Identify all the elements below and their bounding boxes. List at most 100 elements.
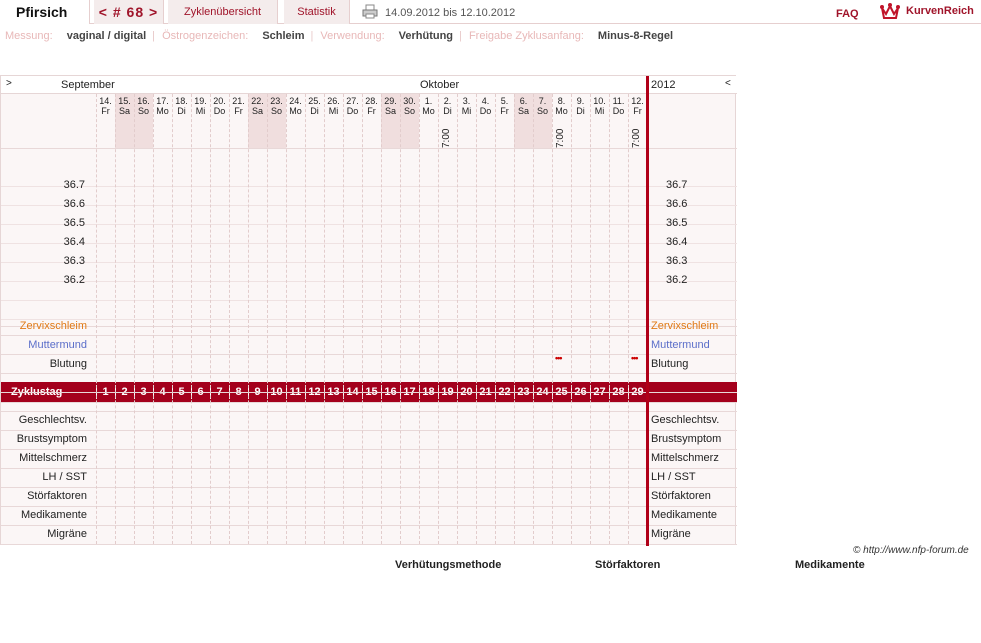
day-header[interactable]: 11. Do <box>609 94 628 148</box>
day-header[interactable]: 28. Fr <box>362 94 381 148</box>
brand-logo[interactable]: KurvenReich <box>880 2 974 20</box>
day-number: 11. <box>612 96 625 106</box>
day-header[interactable]: 21. Fr <box>229 94 248 148</box>
weekday: Mo <box>555 106 568 116</box>
row-label: LH / SST <box>651 471 696 483</box>
day-header[interactable]: 3. Mi <box>457 94 476 148</box>
weekday: Do <box>213 106 226 116</box>
day-header[interactable]: 9. Di <box>571 94 590 148</box>
row-label: Störfaktoren <box>27 490 87 502</box>
row-label: Muttermund <box>28 339 87 351</box>
day-number: 21. <box>232 96 245 106</box>
day-header[interactable]: 24. Mo <box>286 94 305 148</box>
grid-line <box>1 468 737 469</box>
row-label: Geschlechtsv. <box>651 414 720 426</box>
day-header[interactable]: 4. Do <box>476 94 495 148</box>
setting-value: Minus-8-Regel <box>597 30 674 42</box>
day-header[interactable]: 7. So <box>533 94 552 148</box>
setting-key: Verwendung: <box>320 30 385 42</box>
grid-column-line <box>305 94 306 544</box>
day-header[interactable]: 30. So <box>400 94 419 148</box>
day-number: 19. <box>194 96 207 106</box>
weekday: Mi <box>461 106 472 116</box>
day-header[interactable]: 25. Di <box>305 94 324 148</box>
grid-line <box>1 373 737 374</box>
row-label: Medikamente <box>20 509 87 521</box>
day-header[interactable]: 6. Sa <box>514 94 533 148</box>
grid-column-line <box>533 94 534 544</box>
row-label: Migräne <box>47 528 87 540</box>
grid-column-line <box>153 94 154 544</box>
month-label: Oktober <box>420 79 460 91</box>
grid-column-line <box>286 94 287 544</box>
temperature-label: 36.4 <box>63 236 85 248</box>
day-header[interactable]: 1. Mo <box>419 94 438 148</box>
day-number: 9. <box>576 96 585 106</box>
grid-column-line <box>362 94 363 544</box>
grid-line <box>1 430 737 431</box>
weekday: Mi <box>328 106 339 116</box>
day-header[interactable]: 19. Mi <box>191 94 210 148</box>
tab-statistics[interactable]: Statistik <box>284 0 350 24</box>
day-header[interactable]: 27. Do <box>343 94 362 148</box>
row-label: Zervixschleim <box>19 320 87 332</box>
print-icon[interactable] <box>362 4 378 19</box>
user-name: Pfirsich <box>0 0 90 24</box>
grid-column-line <box>552 94 553 544</box>
day-header[interactable]: 10. Mi <box>590 94 609 148</box>
day-header[interactable]: 15. Sa <box>115 94 134 148</box>
day-header[interactable]: 20. Do <box>210 94 229 148</box>
divider: | <box>459 30 462 42</box>
day-header[interactable]: 18. Di <box>172 94 191 148</box>
cycle-chart: > September Oktober 2012 < Zyklustag 123… <box>0 75 737 546</box>
grid-column-line <box>96 94 97 544</box>
weekday: Fr <box>633 106 642 116</box>
day-header[interactable]: 16. So <box>134 94 153 148</box>
measurement-time: 7:00 <box>631 128 642 148</box>
day-header[interactable]: 23. So <box>267 94 286 148</box>
grid-line <box>1 525 737 526</box>
day-number: 5. <box>500 96 509 106</box>
day-header[interactable]: 26. Mi <box>324 94 343 148</box>
grid-column-line <box>172 94 173 544</box>
cycle-navigator[interactable]: < # 68 > <box>94 0 164 24</box>
top-bar: Pfirsich < # 68 > Zyklenübersicht Statis… <box>0 0 981 24</box>
grid-column-line <box>571 94 572 544</box>
weekday: Mi <box>195 106 206 116</box>
grid-line <box>1 354 737 355</box>
day-header[interactable]: 5. Fr <box>495 94 514 148</box>
day-number: 3. <box>462 96 471 106</box>
row-label: Migräne <box>651 528 691 540</box>
grid-column-line <box>115 94 116 544</box>
day-header[interactable]: 29. Sa <box>381 94 400 148</box>
faq-link[interactable]: FAQ <box>836 8 859 20</box>
prev-cycle-button[interactable]: > <box>6 78 12 89</box>
day-header[interactable]: 17. Mo <box>153 94 172 148</box>
weekday: Di <box>310 106 319 116</box>
grid-column-line <box>419 94 420 544</box>
grid-line <box>1 402 737 403</box>
grid-column-line <box>134 94 135 544</box>
divider: | <box>310 30 314 42</box>
day-number: 29. <box>384 96 397 106</box>
grid-column-line <box>609 94 610 544</box>
day-number: 6. <box>519 96 528 106</box>
weekday: Do <box>612 106 625 116</box>
day-number: 25. <box>308 96 321 106</box>
temp-grid-line <box>1 186 737 187</box>
weekday: Sa <box>384 106 396 116</box>
day-header[interactable]: 14. Fr <box>96 94 115 148</box>
weekday: Sa <box>251 106 263 116</box>
day-number: 27. <box>346 96 359 106</box>
day-number: 2. <box>443 96 452 106</box>
grid-line <box>1 487 737 488</box>
day-number: 30. <box>403 96 416 106</box>
next-cycle-button[interactable]: < <box>725 78 731 89</box>
measurement-time: 7:00 <box>441 128 452 148</box>
tab-cycle-overview[interactable]: Zyklenübersicht <box>168 0 278 24</box>
weekday: Sa <box>118 106 130 116</box>
grid-column-line <box>248 94 249 544</box>
day-number: 17. <box>156 96 169 106</box>
day-header[interactable]: 22. Sa <box>248 94 267 148</box>
temperature-label: 36.7 <box>63 179 85 191</box>
